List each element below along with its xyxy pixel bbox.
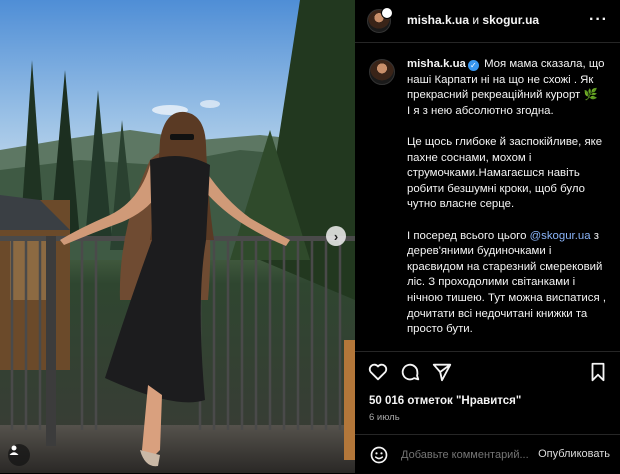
instagram-post-view: › misha.k.ua и skogur.ua ··· misha.k.ua … [0,0,620,473]
bookmark-icon[interactable] [587,361,609,383]
caption-p3-after: з дерев'яними будиночками і краєвидом на… [407,229,606,336]
carousel-next-button[interactable]: › [326,226,346,246]
post-caption: misha.k.ua ✓ Моя мама сказала, що наші Ка… [407,57,607,350]
post-comment-button[interactable]: Опубликовать [538,448,610,460]
likes-count[interactable]: 50 016 отметок "Нравится" [369,395,521,407]
heart-icon[interactable] [367,361,389,383]
mention-link[interactable]: @skogur.ua [530,230,591,242]
verified-badge-icon: ✓ [467,60,479,71]
caption-username-link[interactable]: misha.k.ua [407,58,466,70]
emoji-icon[interactable] [369,445,389,465]
collab-avatar[interactable] [381,7,393,19]
collab-username-link[interactable]: skogur.ua [482,13,539,27]
authors-connector: и [472,13,480,27]
chevron-right-icon: › [333,228,339,244]
comment-icon[interactable] [399,361,421,383]
caption-section: misha.k.ua ✓ Моя мама сказала, що наші Ка… [355,43,620,350]
post-photo[interactable]: › [0,0,355,473]
fern-emoji: 🌿 [583,89,598,102]
post-header: misha.k.ua и skogur.ua ··· [355,0,620,43]
user-tag-icon [9,445,19,455]
post-actions [355,352,620,392]
post-side-panel: misha.k.ua и skogur.ua ··· misha.k.ua ✓ М… [355,0,620,473]
post-date[interactable]: 6 июль [369,412,400,423]
post-authors: misha.k.ua и skogur.ua [407,13,539,27]
paper-plane-icon[interactable] [431,361,453,383]
caption-author-avatar[interactable] [369,59,395,85]
comment-bar: Опубликовать [355,434,620,474]
tagged-users-button[interactable] [8,444,30,466]
caption-p3-before: І посеред всього цього [407,229,530,242]
author-username-link[interactable]: misha.k.ua [407,13,469,27]
photo-scene [0,0,355,473]
caption-line-2: І я з нею абсолютно згодна. [407,104,554,117]
caption-paragraph-2: Це щось глибоке й заспокійливе, яке пахн… [407,135,603,211]
more-options-button[interactable]: ··· [589,11,608,29]
more-horizontal-icon: ··· [589,11,608,28]
